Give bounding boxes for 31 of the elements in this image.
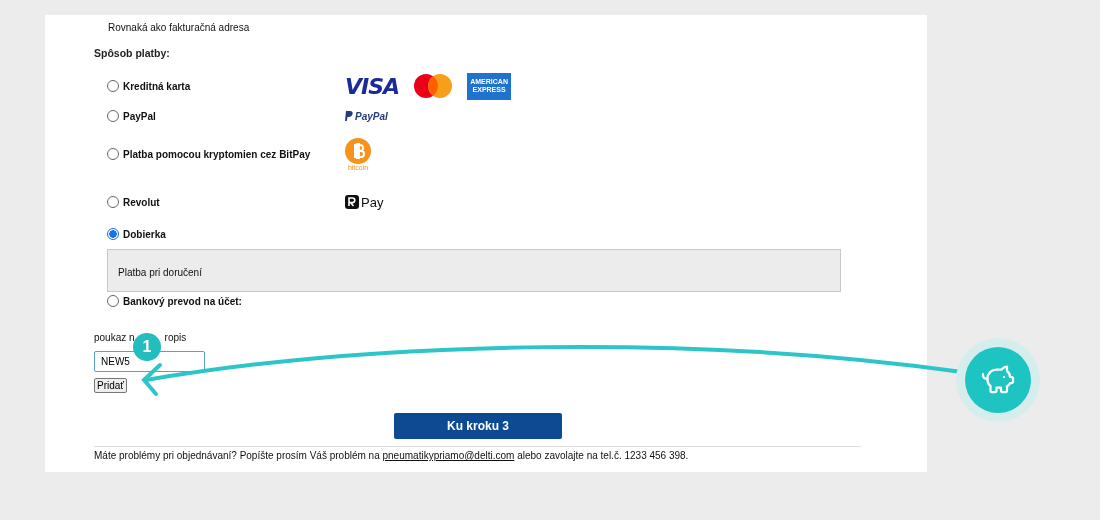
radio-button[interactable]: [107, 228, 119, 240]
radio-button[interactable]: [107, 80, 119, 92]
payment-detail-panel: Platba pri doručení: [107, 249, 841, 292]
section-heading: Spôsob platby:: [94, 47, 171, 59]
option-label: Kreditná karta: [123, 80, 191, 92]
option-label: Dobierka: [123, 228, 166, 240]
payment-option[interactable]: Kreditná karta: [107, 80, 345, 92]
radio-button[interactable]: [107, 196, 119, 208]
payment-option[interactable]: Revolut: [107, 196, 345, 208]
next-step-button[interactable]: Ku kroku 3: [394, 413, 562, 439]
radio-button[interactable]: [107, 110, 119, 122]
voucher-label: ropis: [164, 332, 187, 343]
voucher-label: poukaz n: [94, 332, 135, 343]
mastercard-logo: [413, 73, 454, 99]
help-text: Máte problémy pri objednávaní? Popíšte prosím Váš problém na pneumatikypriamo@delti.com alebo zavolajte na tel.č. 1233 456 398.: [94, 450, 690, 461]
email-link[interactable]: pneumatikypriamo@delti.com: [382, 450, 515, 461]
option-label: Revolut: [123, 196, 160, 208]
payment-option[interactable]: Bankový prevod na účet:: [107, 295, 345, 307]
payment-option[interactable]: Platba pomocou kryptomien cez BitPay: [107, 148, 345, 160]
revolut-pay-logo: Pay: [345, 194, 384, 210]
paypal-logo: PayPal: [345, 110, 388, 122]
add-button[interactable]: Pridať: [94, 378, 128, 393]
option-label: PayPal: [123, 110, 156, 122]
radio-button[interactable]: [107, 148, 119, 160]
payment-option[interactable]: PayPal: [107, 110, 345, 122]
radio-button[interactable]: [107, 295, 119, 307]
payment-option[interactable]: Dobierka: [107, 228, 345, 240]
address-note: Rovnaká ako fakturačná adresa: [108, 22, 251, 33]
visa-logo: VISA: [345, 73, 400, 99]
option-label: Bankový prevod na účet:: [123, 295, 242, 307]
option-label: Platba pomocou kryptomien cez BitPay: [123, 148, 311, 160]
